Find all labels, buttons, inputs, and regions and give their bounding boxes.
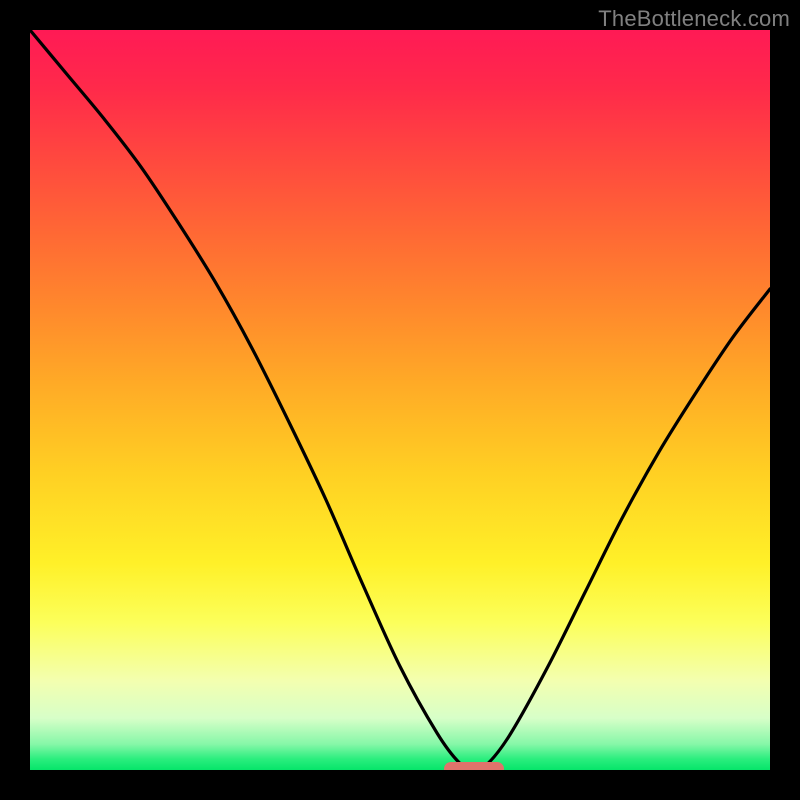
optimal-marker (444, 762, 503, 770)
bottleneck-chart: TheBottleneck.com (0, 0, 800, 800)
bottleneck-curve (30, 30, 770, 770)
watermark-text: TheBottleneck.com (598, 6, 790, 32)
plot-area (30, 30, 770, 770)
